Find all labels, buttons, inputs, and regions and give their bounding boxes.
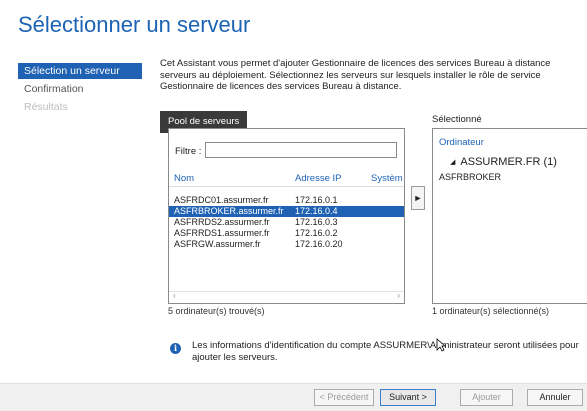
- next-button[interactable]: Suivant >: [380, 389, 436, 406]
- group-label: ASSURMER.FR (1): [460, 156, 557, 168]
- filter-input[interactable]: [205, 142, 397, 158]
- server-name: ASFRGW.assurmer.fr: [174, 239, 261, 249]
- selected-count: 1 ordinateur(s) sélectionné(s): [432, 306, 550, 316]
- wizard-steps: Sélection un serveur Confirmation Résult…: [18, 63, 142, 117]
- server-ip: 172.16.0.4: [295, 206, 338, 216]
- table-row-selected[interactable]: ASFRBROKER.assurmer.fr 172.16.0.4: [169, 206, 404, 217]
- step-results: Résultats: [24, 101, 68, 113]
- server-ip: 172.16.0.1: [295, 195, 338, 205]
- selected-server-item[interactable]: ASFRBROKER: [439, 172, 501, 182]
- column-header-os[interactable]: Systèm: [371, 173, 403, 184]
- server-list: ASFRDC01.assurmer.fr 172.16.0.1 ASFRBROK…: [169, 195, 404, 250]
- collapse-triangle-icon[interactable]: ◢: [450, 159, 455, 166]
- server-name: ASFRRDS1.assurmer.fr: [174, 228, 270, 238]
- table-row[interactable]: ASFRRDS1.assurmer.fr 172.16.0.2: [169, 228, 404, 239]
- server-name: ASFRDC01.assurmer.fr: [174, 195, 269, 205]
- page-title: Sélectionner un serveur: [18, 12, 251, 37]
- previous-button[interactable]: < Précédent: [314, 389, 374, 406]
- wizard-description: Cet Assistant vous permet d'ajouter Gest…: [160, 58, 551, 92]
- column-header-name[interactable]: Nom: [174, 173, 194, 184]
- server-name: ASFRBROKER.assurmer.fr: [174, 206, 284, 216]
- selected-title: Sélectionné: [432, 114, 482, 125]
- table-row[interactable]: ASFRDC01.assurmer.fr 172.16.0.1: [169, 195, 404, 206]
- cancel-button[interactable]: Annuler: [527, 389, 583, 406]
- add-button[interactable]: Ajouter: [460, 389, 513, 406]
- filter-label: Filtre :: [175, 146, 202, 157]
- server-ip: 172.16.0.3: [295, 217, 338, 227]
- table-row[interactable]: ASFRRDS2.assurmer.fr 172.16.0.3: [169, 217, 404, 228]
- step-selection[interactable]: Sélection un serveur: [18, 63, 142, 79]
- info-text: Les informations d'identification du com…: [192, 340, 579, 363]
- selected-panel: [432, 128, 587, 304]
- table-row[interactable]: ASFRGW.assurmer.fr 172.16.0.20: [169, 239, 404, 250]
- selected-group[interactable]: ◢ ASSURMER.FR (1): [450, 156, 557, 168]
- horizontal-scrollbar[interactable]: ‹ ›: [169, 291, 404, 302]
- server-ip: 172.16.0.20: [295, 239, 343, 249]
- server-ip: 172.16.0.2: [295, 228, 338, 238]
- add-to-selection-button[interactable]: ►: [411, 186, 425, 210]
- info-icon: i: [170, 343, 181, 354]
- server-name: ASFRRDS2.assurmer.fr: [174, 217, 270, 227]
- mouse-cursor-icon: [436, 338, 446, 352]
- step-confirmation[interactable]: Confirmation: [18, 81, 142, 97]
- scroll-left-icon[interactable]: ‹: [173, 291, 176, 300]
- server-list-header: Nom Adresse IP Systèm: [169, 170, 404, 187]
- column-header-ip[interactable]: Adresse IP: [295, 173, 341, 184]
- scroll-right-icon[interactable]: ›: [397, 291, 400, 300]
- column-header-computer[interactable]: Ordinateur: [439, 137, 484, 148]
- arrow-right-icon: ►: [413, 193, 423, 203]
- found-count: 5 ordinateur(s) trouvé(s): [168, 306, 265, 316]
